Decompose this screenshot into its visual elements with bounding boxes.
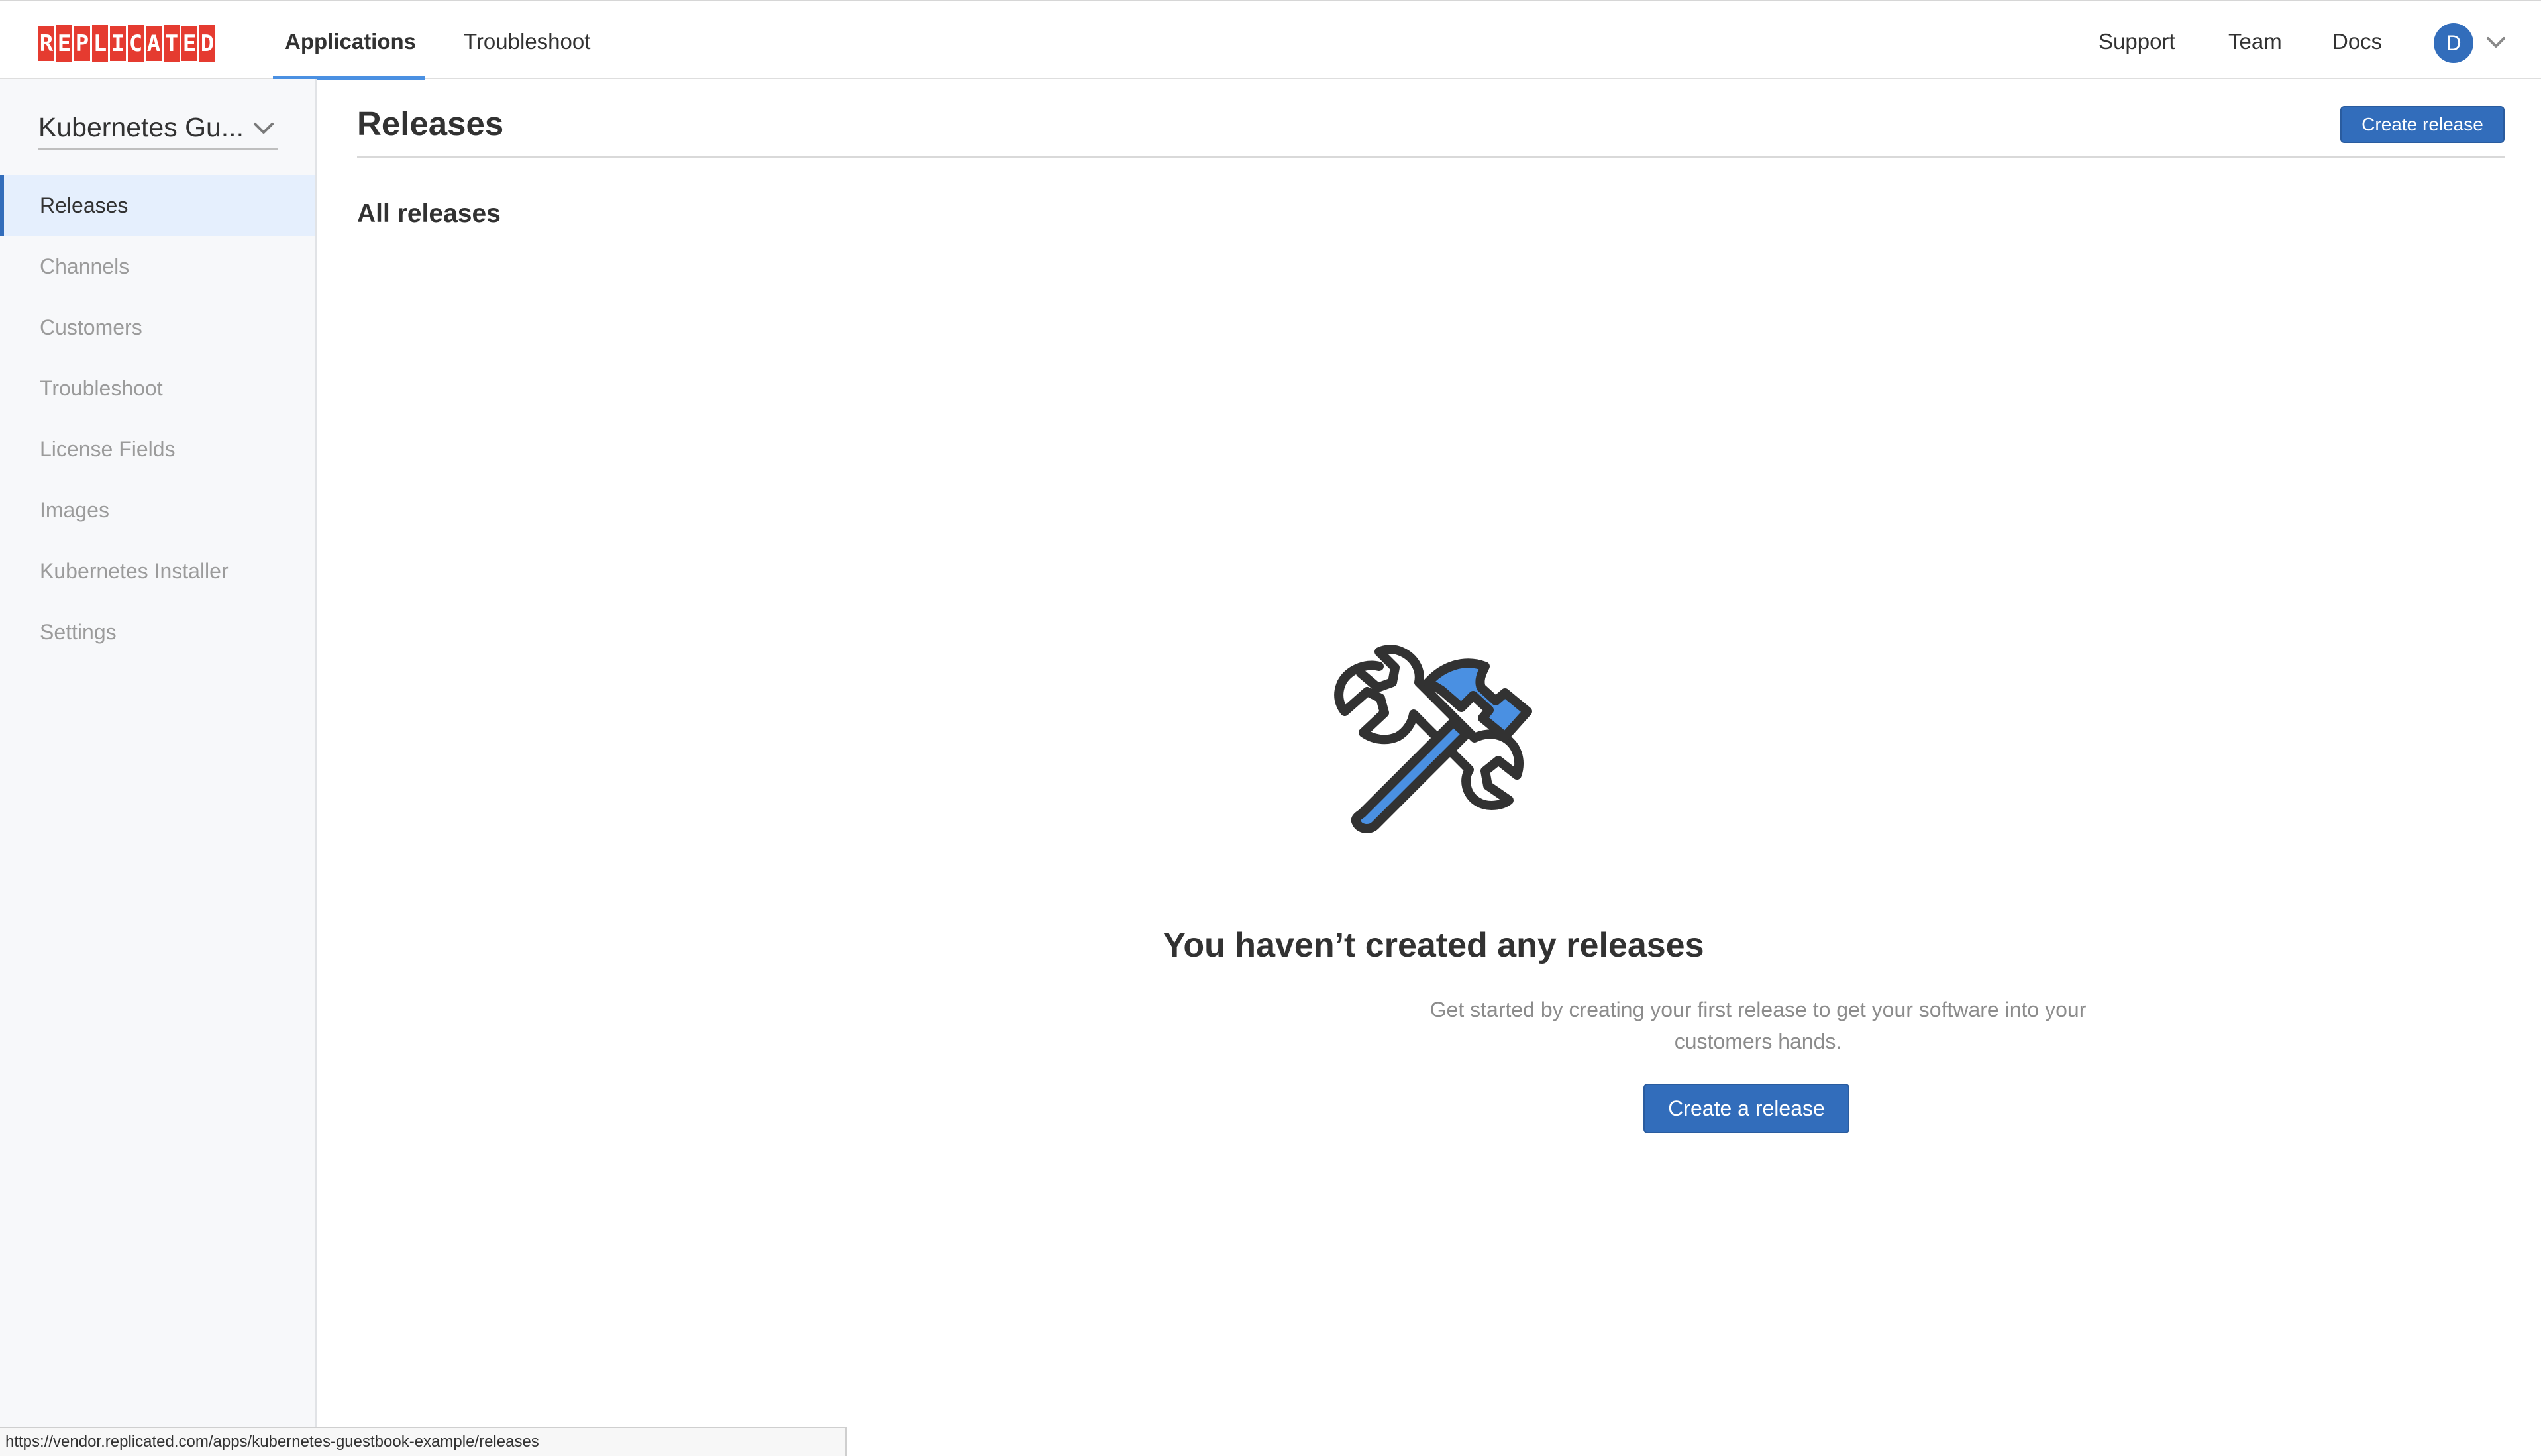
docs-link[interactable]: Docs <box>2332 1 2382 82</box>
logo-letter: I <box>110 26 126 61</box>
app-selector[interactable]: Kubernetes Gu... <box>38 111 278 150</box>
title-divider <box>357 156 2505 158</box>
logo-letter: E <box>182 26 197 61</box>
logo-letter: A <box>146 26 162 61</box>
sidebar-item-channels[interactable]: Channels <box>0 236 315 297</box>
sidebar-item-customers[interactable]: Customers <box>0 297 315 358</box>
empty-state-heading: You haven’t created any releases <box>1163 926 1704 964</box>
sidebar: Kubernetes Gu... Releases Channels Custo… <box>0 79 317 1456</box>
logo-letter: L <box>92 25 108 62</box>
logo-letter: D <box>199 25 215 62</box>
team-link[interactable]: Team <box>2228 1 2282 82</box>
logo-letter: C <box>128 25 144 62</box>
user-avatar[interactable]: D <box>2434 23 2473 63</box>
support-link[interactable]: Support <box>2099 1 2175 82</box>
logo-letter: P <box>74 26 90 61</box>
logo-letter: E <box>56 25 72 62</box>
logo-letter: T <box>164 25 180 62</box>
wrench-hammer-icon <box>1334 645 1532 833</box>
replicated-logo[interactable]: R E P L I C A T E D <box>38 25 217 64</box>
create-a-release-button[interactable]: Create a release <box>1643 1084 1849 1133</box>
top-navigation-bar: R E P L I C A T E D Applications Trouble… <box>0 0 2541 82</box>
chevron-down-icon[interactable] <box>2485 32 2507 53</box>
app-selector-label: Kubernetes Gu... <box>38 112 244 142</box>
sidebar-item-releases[interactable]: Releases <box>0 175 315 236</box>
topnav-troubleshoot[interactable]: Troubleshoot <box>464 1 590 79</box>
topnav-applications[interactable]: Applications <box>285 1 416 79</box>
empty-state-description: Get started by creating your first relea… <box>1429 998 2087 1053</box>
sidebar-item-license-fields[interactable]: License Fields <box>0 419 315 480</box>
status-bar-url: https://vendor.replicated.com/apps/kuber… <box>0 1427 847 1456</box>
page-title: Releases <box>357 105 504 142</box>
section-title: All releases <box>357 199 501 228</box>
chevron-down-icon <box>254 123 274 134</box>
create-release-button[interactable]: Create release <box>2340 106 2505 143</box>
sidebar-item-images[interactable]: Images <box>0 480 315 541</box>
sidebar-item-troubleshoot[interactable]: Troubleshoot <box>0 358 315 419</box>
main-content: Releases Create release All releases You… <box>317 79 2541 1456</box>
sidebar-item-kubernetes-installer[interactable]: Kubernetes Installer <box>0 541 315 601</box>
sidebar-item-settings[interactable]: Settings <box>0 601 315 662</box>
logo-letter: R <box>38 26 54 61</box>
